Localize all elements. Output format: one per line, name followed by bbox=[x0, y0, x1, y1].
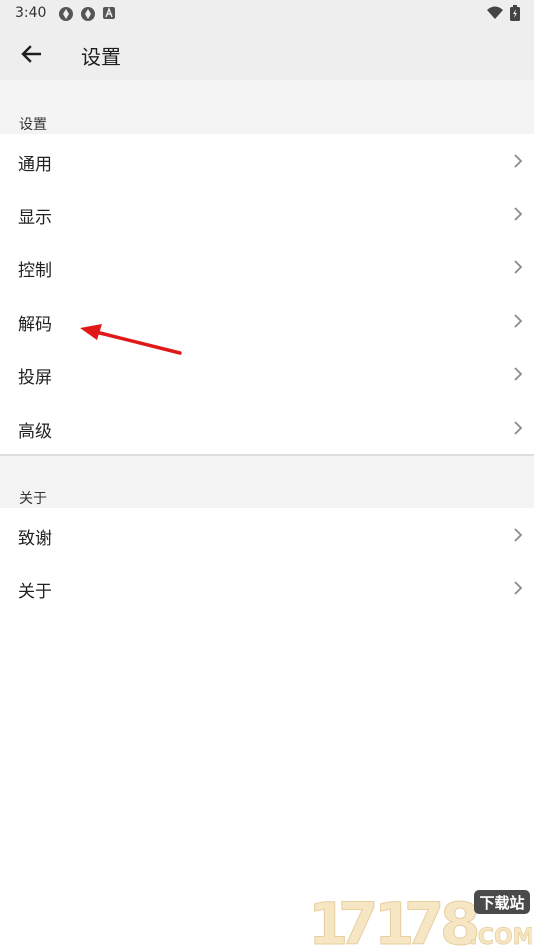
settings-item-display[interactable]: 显示 bbox=[0, 187, 534, 240]
settings-item-label: 致谢 bbox=[18, 529, 52, 549]
page-title: 设置 bbox=[81, 45, 121, 69]
chevron-right-icon bbox=[514, 260, 523, 274]
font-icon bbox=[103, 7, 115, 19]
settings-item-label: 投屏 bbox=[18, 368, 52, 388]
section-header-settings: 设置 bbox=[19, 117, 47, 133]
chevron-right-icon bbox=[514, 314, 523, 328]
chevron-right-icon bbox=[514, 421, 523, 435]
chevron-right-icon bbox=[514, 581, 523, 595]
status-time: 3:40 bbox=[15, 5, 47, 21]
settings-item-advanced[interactable]: 高级 bbox=[0, 401, 534, 454]
back-button[interactable] bbox=[14, 38, 48, 70]
watermark-logo: 1 7 1 7 8 下载站 .COM bbox=[308, 890, 532, 949]
arrow-left-icon bbox=[21, 45, 41, 63]
settings-item-general[interactable]: 通用 bbox=[0, 134, 534, 187]
sync-icon bbox=[59, 7, 73, 21]
svg-text:.COM: .COM bbox=[469, 925, 532, 948]
settings-item-label: 高级 bbox=[18, 422, 52, 442]
app-bar: 设置 bbox=[0, 28, 534, 80]
settings-item-control[interactable]: 控制 bbox=[0, 240, 534, 293]
settings-item-label: 显示 bbox=[18, 208, 52, 228]
battery-icon bbox=[510, 5, 520, 21]
sync-icon bbox=[81, 7, 95, 21]
settings-item-label: 控制 bbox=[18, 261, 52, 281]
svg-text:下载站: 下载站 bbox=[479, 894, 524, 912]
section-header-about: 关于 bbox=[19, 491, 47, 507]
chevron-right-icon bbox=[514, 367, 523, 381]
wifi-icon bbox=[487, 6, 503, 19]
section-header-band bbox=[0, 80, 534, 134]
svg-text:7: 7 bbox=[404, 890, 444, 948]
settings-item-about[interactable]: 关于 bbox=[0, 561, 534, 614]
settings-item-label: 关于 bbox=[18, 582, 52, 602]
section-header-band bbox=[0, 456, 534, 508]
status-icons-right bbox=[486, 5, 520, 21]
settings-item-label: 通用 bbox=[18, 155, 52, 175]
settings-item-credits[interactable]: 致谢 bbox=[0, 508, 534, 561]
settings-list: 设置 通用 显示 控制 解码 投屏 高级 关于 致谢 关于 bbox=[0, 80, 534, 950]
chevron-right-icon bbox=[514, 528, 523, 542]
chevron-right-icon bbox=[514, 207, 523, 221]
status-bar: 3:40 bbox=[0, 0, 534, 28]
settings-item-label: 解码 bbox=[18, 315, 52, 335]
svg-text:7: 7 bbox=[338, 890, 378, 948]
chevron-right-icon bbox=[514, 154, 523, 168]
status-icons-left bbox=[58, 6, 116, 22]
annotation-arrow-icon bbox=[80, 324, 182, 355]
